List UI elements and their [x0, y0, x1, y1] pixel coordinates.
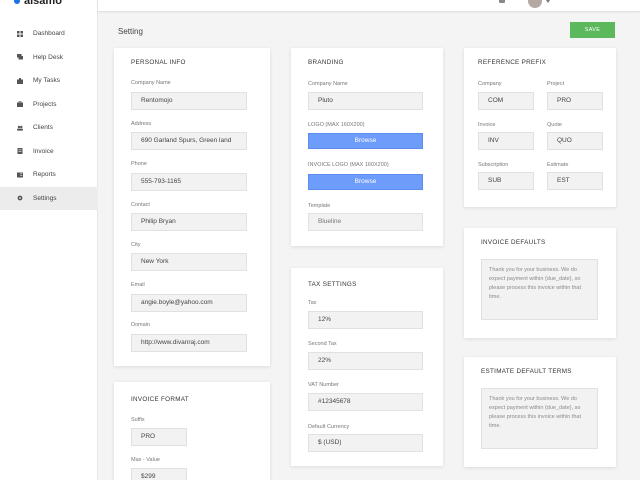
estimate-prefix-label: Estimate [547, 162, 569, 168]
contact-field[interactable]: Philip Bryan [131, 213, 247, 231]
email-label: Email [131, 282, 145, 288]
card-title: TAX SETTINGS [308, 281, 357, 288]
sidebar-item-label: Reports [33, 171, 56, 179]
invoice-format-card: INVOICE FORMAT Suffix PRO Max - Value $2… [114, 382, 270, 480]
card-title: REFERENCE PREFIX [478, 59, 547, 66]
invoice-defaults-textarea[interactable]: Thank you for your business. We do expec… [481, 259, 598, 320]
vat-number-field[interactable]: #12345678 [308, 393, 423, 411]
default-currency-label: Default Currency [308, 424, 350, 430]
card-title: BRANDING [308, 59, 344, 66]
invoice-prefix-label: Invoice [478, 122, 496, 128]
sidebar-item-label: Help Desk [33, 53, 63, 61]
company-name-field[interactable]: Rentomojo [131, 92, 247, 110]
sidebar-item-my-tasks[interactable]: My Tasks [0, 69, 98, 93]
company-prefix-label: Company [478, 81, 502, 87]
sidebar-item-reports[interactable]: Reports [0, 163, 98, 187]
tax-settings-card: TAX SETTINGS Tax 12% Second Tax 22% VAT … [291, 268, 443, 466]
phone-field[interactable]: 555-793-1165 [131, 173, 247, 191]
reference-prefix-card: REFERENCE PREFIX Company COM Project PRO… [464, 48, 616, 207]
contact-label: Contact [131, 202, 150, 208]
phone-label: Phone [131, 161, 147, 167]
chevron-down-icon[interactable] [546, 0, 550, 3]
max-value-field[interactable]: $299 [131, 468, 187, 480]
default-currency-select[interactable]: $ (USD) [308, 434, 423, 452]
subscription-prefix-label: Subscription [478, 162, 509, 168]
avatar[interactable] [528, 0, 542, 8]
address-field[interactable]: 690 Garland Spurs, Green land [131, 132, 247, 150]
company-name-field[interactable]: Pluto [308, 92, 423, 110]
page-title: Setting [118, 27, 143, 36]
brand-logo[interactable]: alsamo [14, 0, 62, 8]
sidebar-item-projects[interactable]: Projects [0, 93, 98, 117]
subscription-prefix-field[interactable]: SUB [478, 172, 534, 190]
company-name-label: Company Name [308, 81, 348, 87]
tax-label: Tax [308, 300, 317, 306]
chat-icon [17, 54, 23, 60]
domain-field[interactable]: http://www.divanraj.com [131, 334, 247, 352]
second-tax-field[interactable]: 22% [308, 352, 423, 370]
template-select[interactable]: Blueline [308, 213, 423, 231]
card-title: INVOICE FORMAT [131, 396, 189, 403]
estimate-default-terms-card: ESTIMATE DEFAULT TERMS Thank you for you… [464, 357, 616, 467]
sidebar-nav: Dashboard Help Desk My Tasks Projects Cl… [0, 22, 98, 210]
invoice-icon [17, 148, 23, 155]
sidebar-item-label: Settings [33, 194, 57, 202]
top-bar [98, 0, 640, 12]
vat-number-label: VAT Number [308, 382, 339, 388]
puzzle-icon [17, 77, 23, 84]
sidebar-item-label: Invoice [33, 147, 54, 155]
dashboard-icon [17, 30, 23, 37]
project-prefix-field[interactable]: PRO [547, 92, 603, 110]
brand-mark-icon [14, 0, 20, 4]
gear-icon [17, 195, 23, 201]
sidebar-item-dashboard[interactable]: Dashboard [0, 22, 98, 46]
estimate-defaults-textarea[interactable]: Thank you for your business. We do expec… [481, 388, 598, 449]
template-label: Template [308, 203, 331, 209]
bell-icon[interactable] [499, 0, 505, 3]
company-prefix-field[interactable]: COM [478, 92, 534, 110]
users-icon [17, 125, 23, 131]
branding-card: BRANDING Company Name Pluto LOGO (MAX 16… [291, 48, 443, 246]
briefcase-icon [17, 101, 23, 108]
sidebar-item-help-desk[interactable]: Help Desk [0, 46, 98, 70]
logo-browse-button[interactable]: Browse [308, 133, 423, 149]
sidebar-item-label: Dashboard [33, 30, 65, 38]
email-field[interactable]: angie.boyle@yahoo.com [131, 294, 247, 312]
brand-name: alsamo [24, 0, 62, 7]
personal-info-card: PERSONAL INFO Company Name Rentomojo Add… [114, 48, 270, 366]
quote-prefix-label: Quote [547, 122, 562, 128]
sidebar-item-label: My Tasks [33, 77, 60, 85]
second-tax-label: Second Tax [308, 341, 337, 347]
company-name-label: Company Name [131, 80, 171, 86]
city-label: City [131, 242, 141, 248]
card-title: PERSONAL INFO [131, 59, 186, 66]
estimate-prefix-field[interactable]: EST [547, 172, 603, 190]
suffix-field[interactable]: PRO [131, 428, 187, 446]
suffix-label: Suffix [131, 417, 145, 423]
sidebar-item-clients[interactable]: Clients [0, 116, 98, 140]
reports-icon [17, 172, 23, 178]
project-prefix-label: Project [547, 81, 565, 87]
city-field[interactable]: New York [131, 253, 247, 271]
card-title: ESTIMATE DEFAULT TERMS [481, 368, 572, 375]
domain-label: Domain [131, 322, 150, 328]
sidebar-item-invoice[interactable]: Invoice [0, 140, 98, 164]
sidebar-item-settings[interactable]: Settings [0, 186, 98, 210]
tax-field[interactable]: 12% [308, 311, 423, 329]
sidebar-item-label: Clients [33, 124, 53, 132]
save-button[interactable]: SAVE [570, 22, 615, 38]
sidebar-item-label: Projects [33, 100, 57, 108]
sidebar: alsamo Dashboard Help Desk My Tasks Proj… [0, 0, 98, 480]
quote-prefix-field[interactable]: QUO [547, 132, 603, 150]
invoice-defaults-card: INVOICE DEFAULTS Thank you for your busi… [464, 228, 616, 338]
invoice-prefix-field[interactable]: INV [478, 132, 534, 150]
card-title: INVOICE DEFAULTS [481, 239, 546, 246]
address-label: Address [131, 121, 152, 127]
logo-label: LOGO (MAX 160X200) [308, 122, 365, 128]
invoice-logo-label: INVOICE LOGO (MAX 160X200) [308, 162, 389, 168]
invoice-logo-browse-button[interactable]: Browse [308, 174, 423, 190]
max-value-label: Max - Value [131, 457, 160, 463]
